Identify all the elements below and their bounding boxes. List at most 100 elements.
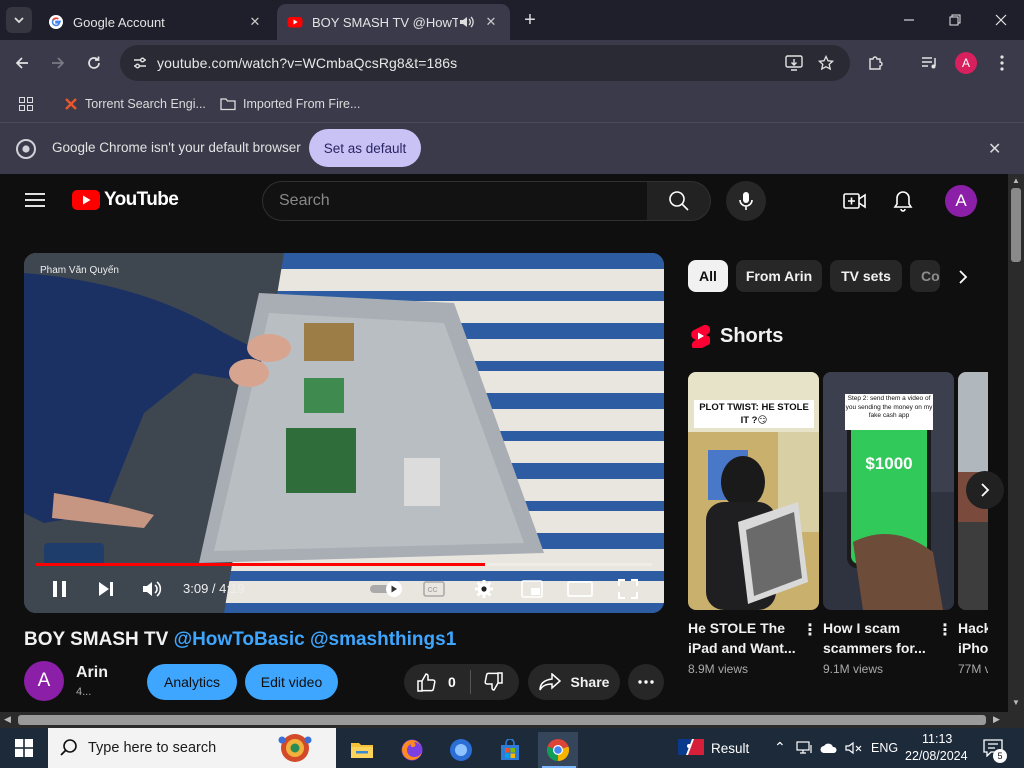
vertical-scrollbar[interactable]: ▲ ▼ (1008, 174, 1024, 712)
short-thumbnail[interactable]: Step 2: send them a video of you sending… (823, 372, 954, 610)
extensions-button[interactable] (862, 49, 890, 77)
taskbar-app-circle[interactable] (441, 732, 481, 768)
hashtag-link[interactable]: @HowToBasic (174, 629, 305, 650)
like-button[interactable]: 0 (404, 664, 470, 700)
horizontal-scroll-thumb[interactable] (18, 715, 986, 725)
vertical-scroll-thumb[interactable] (1011, 188, 1021, 262)
scroll-up-icon[interactable]: ▲ (1012, 176, 1020, 185)
new-tab-button[interactable]: + (518, 8, 542, 32)
create-button[interactable] (841, 187, 869, 215)
share-button[interactable]: Share (528, 664, 620, 700)
pause-button[interactable] (46, 575, 74, 603)
short-title[interactable]: How I scam scammers for... (823, 618, 926, 658)
chip-all[interactable]: All (688, 260, 728, 292)
channel-name[interactable]: Arin (76, 664, 108, 682)
site-info-button[interactable] (126, 49, 154, 77)
autoplay-toggle[interactable] (366, 575, 406, 603)
bookmark-star-button[interactable] (812, 49, 840, 77)
hashtag-link[interactable]: @smashthings1 (310, 629, 456, 650)
tab-youtube-video[interactable]: BOY SMASH TV @HowToBa ✕ (277, 4, 510, 40)
settings-button[interactable] (470, 575, 498, 603)
chip-from-arin[interactable]: From Arin (736, 260, 822, 292)
store-icon (501, 739, 519, 760)
notifications-button[interactable] (889, 187, 917, 215)
taskbar-firefox[interactable] (392, 732, 432, 768)
profile-avatar[interactable]: A (955, 52, 977, 74)
short-overlay-text: PLOT TWIST: HE STOLE IT ?😏 (699, 402, 809, 426)
short-title[interactable]: Hack iPho (958, 618, 988, 658)
address-bar[interactable]: youtube.com/watch?v=WCmbaQcsRg8&t=186s (120, 45, 850, 81)
weather-label[interactable]: Result (711, 741, 749, 756)
short-menu-icon[interactable]: ⋮ (802, 620, 818, 640)
progress-bar[interactable] (36, 563, 652, 566)
more-actions-button[interactable] (628, 664, 664, 700)
taskbar-file-explorer[interactable] (342, 732, 382, 768)
close-tab-icon[interactable]: ✕ (482, 14, 500, 30)
taskbar-search-input[interactable]: Type here to search (48, 728, 336, 768)
youtube-logo[interactable]: YouTube (72, 189, 179, 211)
mute-button[interactable] (138, 575, 166, 603)
video-player[interactable]: Pham Văn Quyến 3:09 / 4:19 CC (24, 253, 664, 613)
chrome-logo-icon (16, 139, 36, 159)
close-infobar-icon[interactable]: ✕ (988, 139, 1001, 159)
fullscreen-button[interactable] (614, 575, 642, 603)
account-avatar[interactable]: A (945, 185, 977, 217)
guide-menu-button[interactable] (25, 192, 45, 213)
channel-avatar[interactable]: A (24, 661, 64, 701)
taskbar-store[interactable] (490, 732, 530, 768)
chip-tv-sets[interactable]: TV sets (830, 260, 902, 292)
short-title-line: scammers for... (823, 640, 926, 656)
apps-button[interactable] (12, 90, 40, 118)
search-button[interactable] (647, 181, 711, 221)
queue-music-icon (922, 57, 936, 69)
tab-google-account[interactable]: Google Account ✕ (38, 4, 274, 40)
back-button[interactable] (8, 49, 36, 77)
voice-search-button[interactable] (726, 181, 766, 221)
short-title[interactable]: He STOLE The iPad and Want... (688, 618, 796, 658)
set-as-default-button[interactable]: Set as default (309, 129, 421, 167)
clock-date[interactable]: 22/08/2024 (905, 749, 968, 763)
onedrive-icon[interactable] (820, 742, 838, 754)
dislike-button[interactable] (471, 664, 517, 700)
taskbar-chrome[interactable] (538, 732, 578, 768)
horizontal-scrollbar[interactable]: ◀ ▶ (0, 712, 1008, 728)
chip-partial[interactable]: Co (910, 260, 940, 292)
forward-button[interactable] (44, 49, 72, 77)
bookmark-torrent-search[interactable]: Torrent Search Engi... (64, 92, 206, 116)
theater-mode-button[interactable] (564, 575, 596, 603)
close-window-button[interactable] (978, 0, 1024, 40)
chrome-menu-button[interactable] (988, 49, 1016, 77)
short-menu-icon[interactable]: ⋮ (937, 620, 953, 640)
minimize-button[interactable] (886, 0, 932, 40)
scroll-right-icon[interactable]: ▶ (993, 714, 1000, 725)
start-button[interactable] (4, 730, 44, 766)
scroll-left-icon[interactable]: ◀ (4, 714, 11, 725)
media-controls-button[interactable] (916, 49, 944, 77)
weather-widget[interactable] (678, 739, 704, 760)
clock-time[interactable]: 11:13 (922, 732, 952, 746)
subtitles-button[interactable]: CC (420, 575, 448, 603)
search-input[interactable]: Search (262, 181, 648, 221)
close-tab-icon[interactable]: ✕ (246, 14, 264, 30)
volume-muted-icon[interactable] (845, 741, 863, 755)
edit-video-button[interactable]: Edit video (245, 664, 338, 700)
bookmark-folder-imported[interactable]: Imported From Fire... (220, 92, 360, 116)
reload-button[interactable] (80, 49, 108, 77)
restore-button[interactable] (932, 0, 978, 40)
chips-next-button[interactable] (952, 266, 974, 288)
shorts-next-button[interactable] (966, 471, 1004, 509)
scroll-down-icon[interactable]: ▼ (1012, 698, 1020, 707)
analytics-button[interactable]: Analytics (147, 664, 237, 700)
tab-search-button[interactable] (6, 7, 32, 33)
tray-expand-icon[interactable]: ⌃ (774, 739, 786, 756)
language-indicator[interactable]: ENG (871, 741, 898, 755)
star-icon (818, 55, 834, 71)
network-icon[interactable] (796, 741, 814, 755)
speaker-icon[interactable] (458, 15, 476, 29)
next-button[interactable] (92, 575, 120, 603)
install-app-button[interactable] (780, 49, 808, 77)
short-thumbnail[interactable]: PLOT TWIST: HE STOLE IT ?😏 (688, 372, 819, 610)
arrow-left-icon (15, 57, 28, 69)
miniplayer-button[interactable] (518, 575, 546, 603)
bookmark-label: Imported From Fire... (243, 97, 361, 111)
